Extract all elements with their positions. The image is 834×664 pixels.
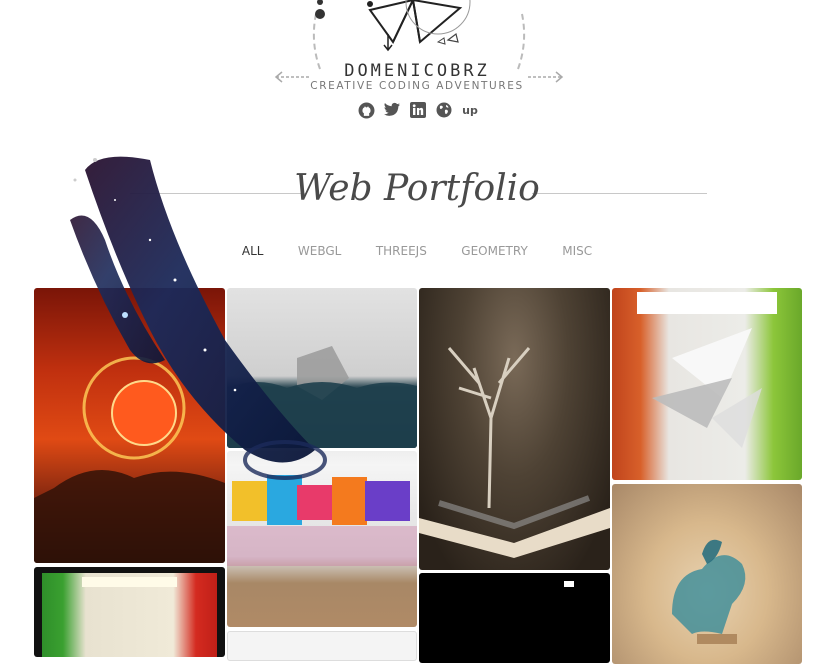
upwork-icon[interactable]: up bbox=[461, 101, 479, 119]
filter-all[interactable]: ALL bbox=[242, 244, 264, 258]
portfolio-item-graffiti[interactable] bbox=[227, 451, 417, 627]
black-tile-mark bbox=[564, 581, 574, 587]
portfolio-item-grey-cube[interactable] bbox=[227, 288, 417, 448]
globe-icon[interactable] bbox=[435, 101, 453, 119]
glass-horse-art bbox=[672, 539, 746, 644]
green-room-art bbox=[42, 573, 217, 657]
filter-webgl[interactable]: WEBGL bbox=[298, 244, 341, 258]
shards-room-light bbox=[637, 292, 777, 314]
portfolio-item-shards-room[interactable] bbox=[612, 288, 802, 480]
portfolio-item-glass-horse[interactable] bbox=[612, 484, 802, 664]
filter-bar: ALL WEBGL THREEJS GEOMETRY MISC bbox=[0, 242, 834, 260]
portfolio-item-black[interactable] bbox=[419, 573, 610, 663]
portfolio-item-bottom-white[interactable] bbox=[227, 631, 417, 661]
shards-art bbox=[652, 328, 762, 448]
upwork-label: up bbox=[462, 103, 478, 117]
portfolio-item-green-room[interactable] bbox=[34, 567, 225, 657]
filter-threejs[interactable]: THREEJS bbox=[376, 244, 427, 258]
social-links: up bbox=[357, 101, 479, 119]
orange-portal-art bbox=[34, 356, 225, 563]
brand-tagline: CREATIVE CODING ADVENTURES bbox=[310, 80, 524, 92]
github-icon[interactable] bbox=[357, 101, 375, 119]
grey-cube-art bbox=[227, 346, 417, 448]
brand-name: DOMENICOBRZ bbox=[344, 61, 490, 81]
portfolio-item-orange-portal[interactable] bbox=[34, 288, 225, 563]
graffiti-art bbox=[227, 475, 417, 566]
filter-misc[interactable]: MISC bbox=[562, 244, 592, 258]
portfolio-item-tree[interactable] bbox=[419, 288, 610, 570]
section-title: Web Portfolio bbox=[294, 168, 540, 209]
twitter-icon[interactable] bbox=[383, 101, 401, 119]
filter-geometry[interactable]: GEOMETRY bbox=[461, 244, 528, 258]
linkedin-icon[interactable] bbox=[409, 101, 427, 119]
tree-art bbox=[419, 347, 610, 558]
